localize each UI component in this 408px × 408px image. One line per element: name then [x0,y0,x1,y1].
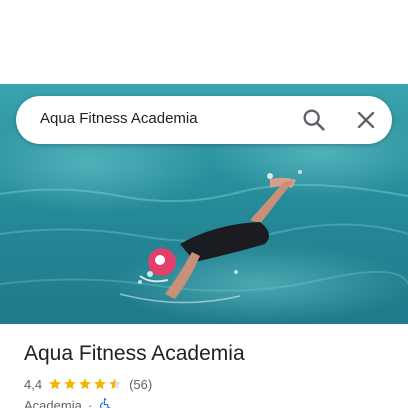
maps-place-page: Aqua Fitness Academia Aqua Fitness Acade… [0,0,408,408]
review-count[interactable]: (56) [129,377,152,392]
close-icon[interactable] [352,106,380,134]
star-icon [64,378,76,390]
star-icon [49,378,61,390]
place-category: Academia [24,397,82,408]
category-row: Academia · [24,396,112,408]
rating-row[interactable]: 4,4 (56) [24,375,152,393]
search-icon[interactable] [300,106,328,134]
search-input[interactable]: Aqua Fitness Academia [40,110,198,127]
search-bar[interactable]: Aqua Fitness Academia [16,96,392,144]
star-rating [48,377,123,391]
star-icon [94,378,106,390]
wheelchair-accessible-icon [98,397,112,408]
star-half-icon [109,378,121,390]
place-title: Aqua Fitness Academia [24,342,245,365]
top-blank-area [0,0,408,84]
rating-value: 4,4 [24,376,43,392]
separator: · [87,397,93,408]
star-icon [79,378,91,390]
